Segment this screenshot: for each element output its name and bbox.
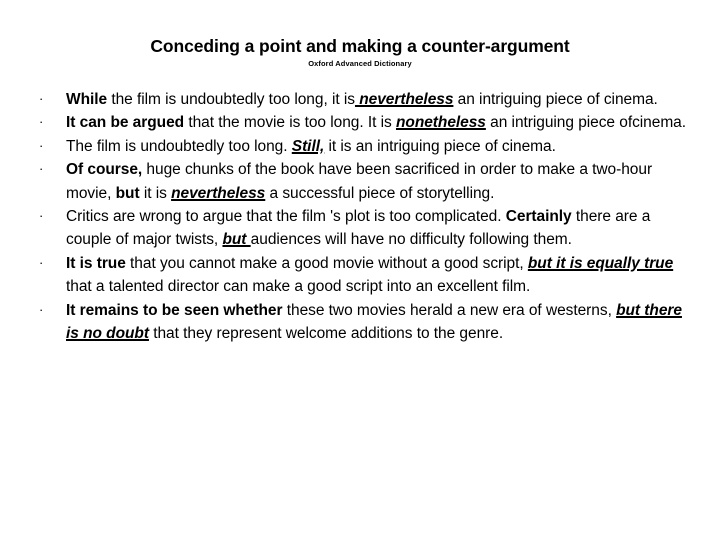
list-item: · It can be argued that the movie is too … xyxy=(30,111,690,134)
text-run: that they represent welcome additions to… xyxy=(148,325,504,343)
list-item: · While the film is undoubtedly too long,… xyxy=(30,88,690,111)
text-run: nonetheless xyxy=(395,114,486,132)
text-run: The film is undoubtedly too long. xyxy=(66,137,292,155)
text-run: a successful piece of storytelling. xyxy=(265,184,495,202)
list-item-text: It is true that you cannot make a good m… xyxy=(66,252,690,299)
slide-canvas: Conceding a point and making a counter-a… xyxy=(0,0,720,540)
bullet-point-icon: · xyxy=(39,91,44,106)
text-run: an intriguing piece of cinema. xyxy=(453,91,658,108)
page-title-part-2: and xyxy=(301,36,342,56)
text-run: nevertheless xyxy=(354,91,454,108)
list-item: · Critics are wrong to argue that the fil… xyxy=(30,205,690,252)
text-run: but it is equally true xyxy=(527,254,674,272)
list-item-text: Of course, huge chunks of the book have … xyxy=(66,158,690,205)
list-item: · It is true that you cannot make a good … xyxy=(30,252,690,299)
text-run: that you cannot make a good movie withou… xyxy=(125,254,528,272)
bullet-point-icon: · xyxy=(39,114,44,130)
text-run: it is an intriguing piece of cinema. xyxy=(324,137,556,155)
bullet-point-icon: · xyxy=(39,208,44,224)
text-run: audiences will have no difficulty follow… xyxy=(250,231,572,249)
text-run: While xyxy=(66,91,108,108)
bullet-point-icon: · xyxy=(39,254,44,270)
bullet-point-icon: · xyxy=(39,137,44,153)
title-block: Conceding a point and making a counter-a… xyxy=(0,36,720,69)
list-item: · Of course, huge chunks of the book have… xyxy=(30,158,690,205)
list-item-text: It can be argued that the movie is too l… xyxy=(66,111,690,134)
bullet-list: · While the film is undoubtedly too long,… xyxy=(30,88,690,345)
text-run: it is xyxy=(139,184,172,202)
text-run: It can be argued xyxy=(66,114,185,132)
bullet-point-icon: · xyxy=(39,161,44,177)
list-item-text: It remains to be seen whether these two … xyxy=(66,299,690,346)
bullet-point-icon: · xyxy=(39,301,44,317)
text-run: but xyxy=(222,231,251,249)
text-run: but xyxy=(115,184,140,202)
text-run: an intriguing piece ofcinema. xyxy=(485,114,687,132)
text-run: that a talented director can make a good… xyxy=(66,278,531,296)
text-run: the film is undoubtedly too long, it is xyxy=(107,91,355,108)
page-title-part-1: Conceding a point xyxy=(150,36,302,56)
text-run: Certainly xyxy=(505,208,572,226)
page-subtitle: Oxford Advanced Dictionary xyxy=(308,59,412,68)
list-item: · The film is undoubtedly too long. Still… xyxy=(30,135,690,158)
text-run: Critics are wrong to argue that the film… xyxy=(66,208,506,226)
page-title-part-3: making a counter-argument xyxy=(341,36,570,56)
text-run: that the movie is too long. It is xyxy=(184,114,396,132)
text-run: Of course, xyxy=(66,161,143,179)
list-item-text: The film is undoubtedly too long. Still,… xyxy=(66,135,690,158)
text-run: these two movies herald a new era of wes… xyxy=(282,301,617,319)
list-item-text: While the film is undoubtedly too long, … xyxy=(66,88,690,111)
text-run: It remains to be seen whether xyxy=(66,301,283,319)
list-item-text: Critics are wrong to argue that the film… xyxy=(66,205,690,252)
text-run: Still, xyxy=(291,137,325,155)
text-run: nevertheless xyxy=(171,184,266,202)
list-item: · It remains to be seen whether these two… xyxy=(30,299,690,346)
page-title: Conceding a point and making a counter-a… xyxy=(0,36,720,57)
text-run: It is true xyxy=(66,254,126,272)
